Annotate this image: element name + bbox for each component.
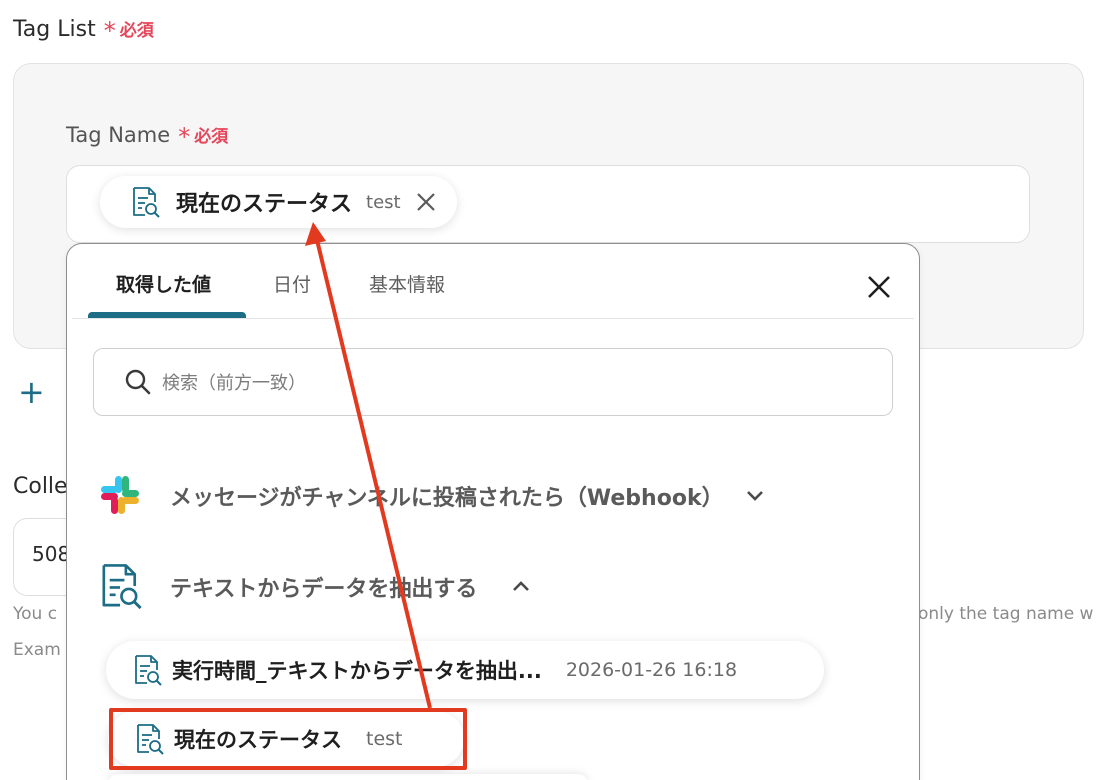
document-search-icon (128, 185, 162, 219)
help-text-right: only the tag name w (918, 604, 1094, 624)
required-star: * (178, 123, 191, 151)
annotation-highlight-box (109, 708, 467, 770)
search-icon (125, 369, 151, 395)
tab-basic-info[interactable]: 基本情報 (369, 270, 445, 297)
close-icon[interactable] (862, 270, 896, 304)
collection-value: 508 (32, 542, 71, 566)
item-subtitle: 2026-01-26 16:18 (565, 659, 738, 681)
slack-icon (98, 473, 142, 517)
list-item[interactable]: 実行時間_テキストからデータを抽出... 2026-01-26 16:18 (106, 641, 824, 699)
document-search-icon (130, 653, 164, 687)
chip-subtitle: test (366, 191, 401, 213)
tab-date[interactable]: 日付 (273, 270, 311, 297)
add-tag-icon[interactable]: + (18, 376, 45, 408)
section-text-extract-title[interactable]: テキストからデータを抽出する (170, 571, 477, 603)
document-search-icon (95, 561, 145, 611)
section-slack-title[interactable]: メッセージがチャンネルに投稿されたら（Webhook） (170, 480, 724, 512)
tag-list-label-text: Tag List (13, 17, 96, 42)
example-text: Exam (13, 640, 61, 660)
chevron-down-icon[interactable] (744, 484, 766, 506)
list-item[interactable] (108, 774, 588, 780)
required-text: 必須 (194, 127, 229, 147)
chevron-up-icon[interactable] (510, 575, 532, 597)
tag-name-label: Tag Name * 必須 (66, 120, 229, 151)
chip-remove-icon[interactable] (413, 189, 439, 215)
tag-name-label-text: Tag Name (66, 123, 171, 147)
collection-label: Colle (13, 474, 68, 499)
search-input[interactable]: 検索（前方一致） (93, 348, 893, 416)
item-title: 実行時間_テキストからデータを抽出... (172, 659, 542, 683)
tab-divider (72, 318, 914, 319)
required-star: * (103, 17, 116, 45)
tag-list-label: Tag List * 必須 (13, 14, 154, 45)
selected-tag-chip[interactable]: 現在のステータス test (100, 176, 457, 228)
tab-acquired-values[interactable]: 取得した値 (116, 270, 211, 297)
required-text: 必須 (119, 21, 154, 41)
help-text: You c (13, 604, 58, 624)
chip-title: 現在のステータス (176, 192, 353, 217)
search-placeholder: 検索（前方一致） (162, 373, 306, 394)
